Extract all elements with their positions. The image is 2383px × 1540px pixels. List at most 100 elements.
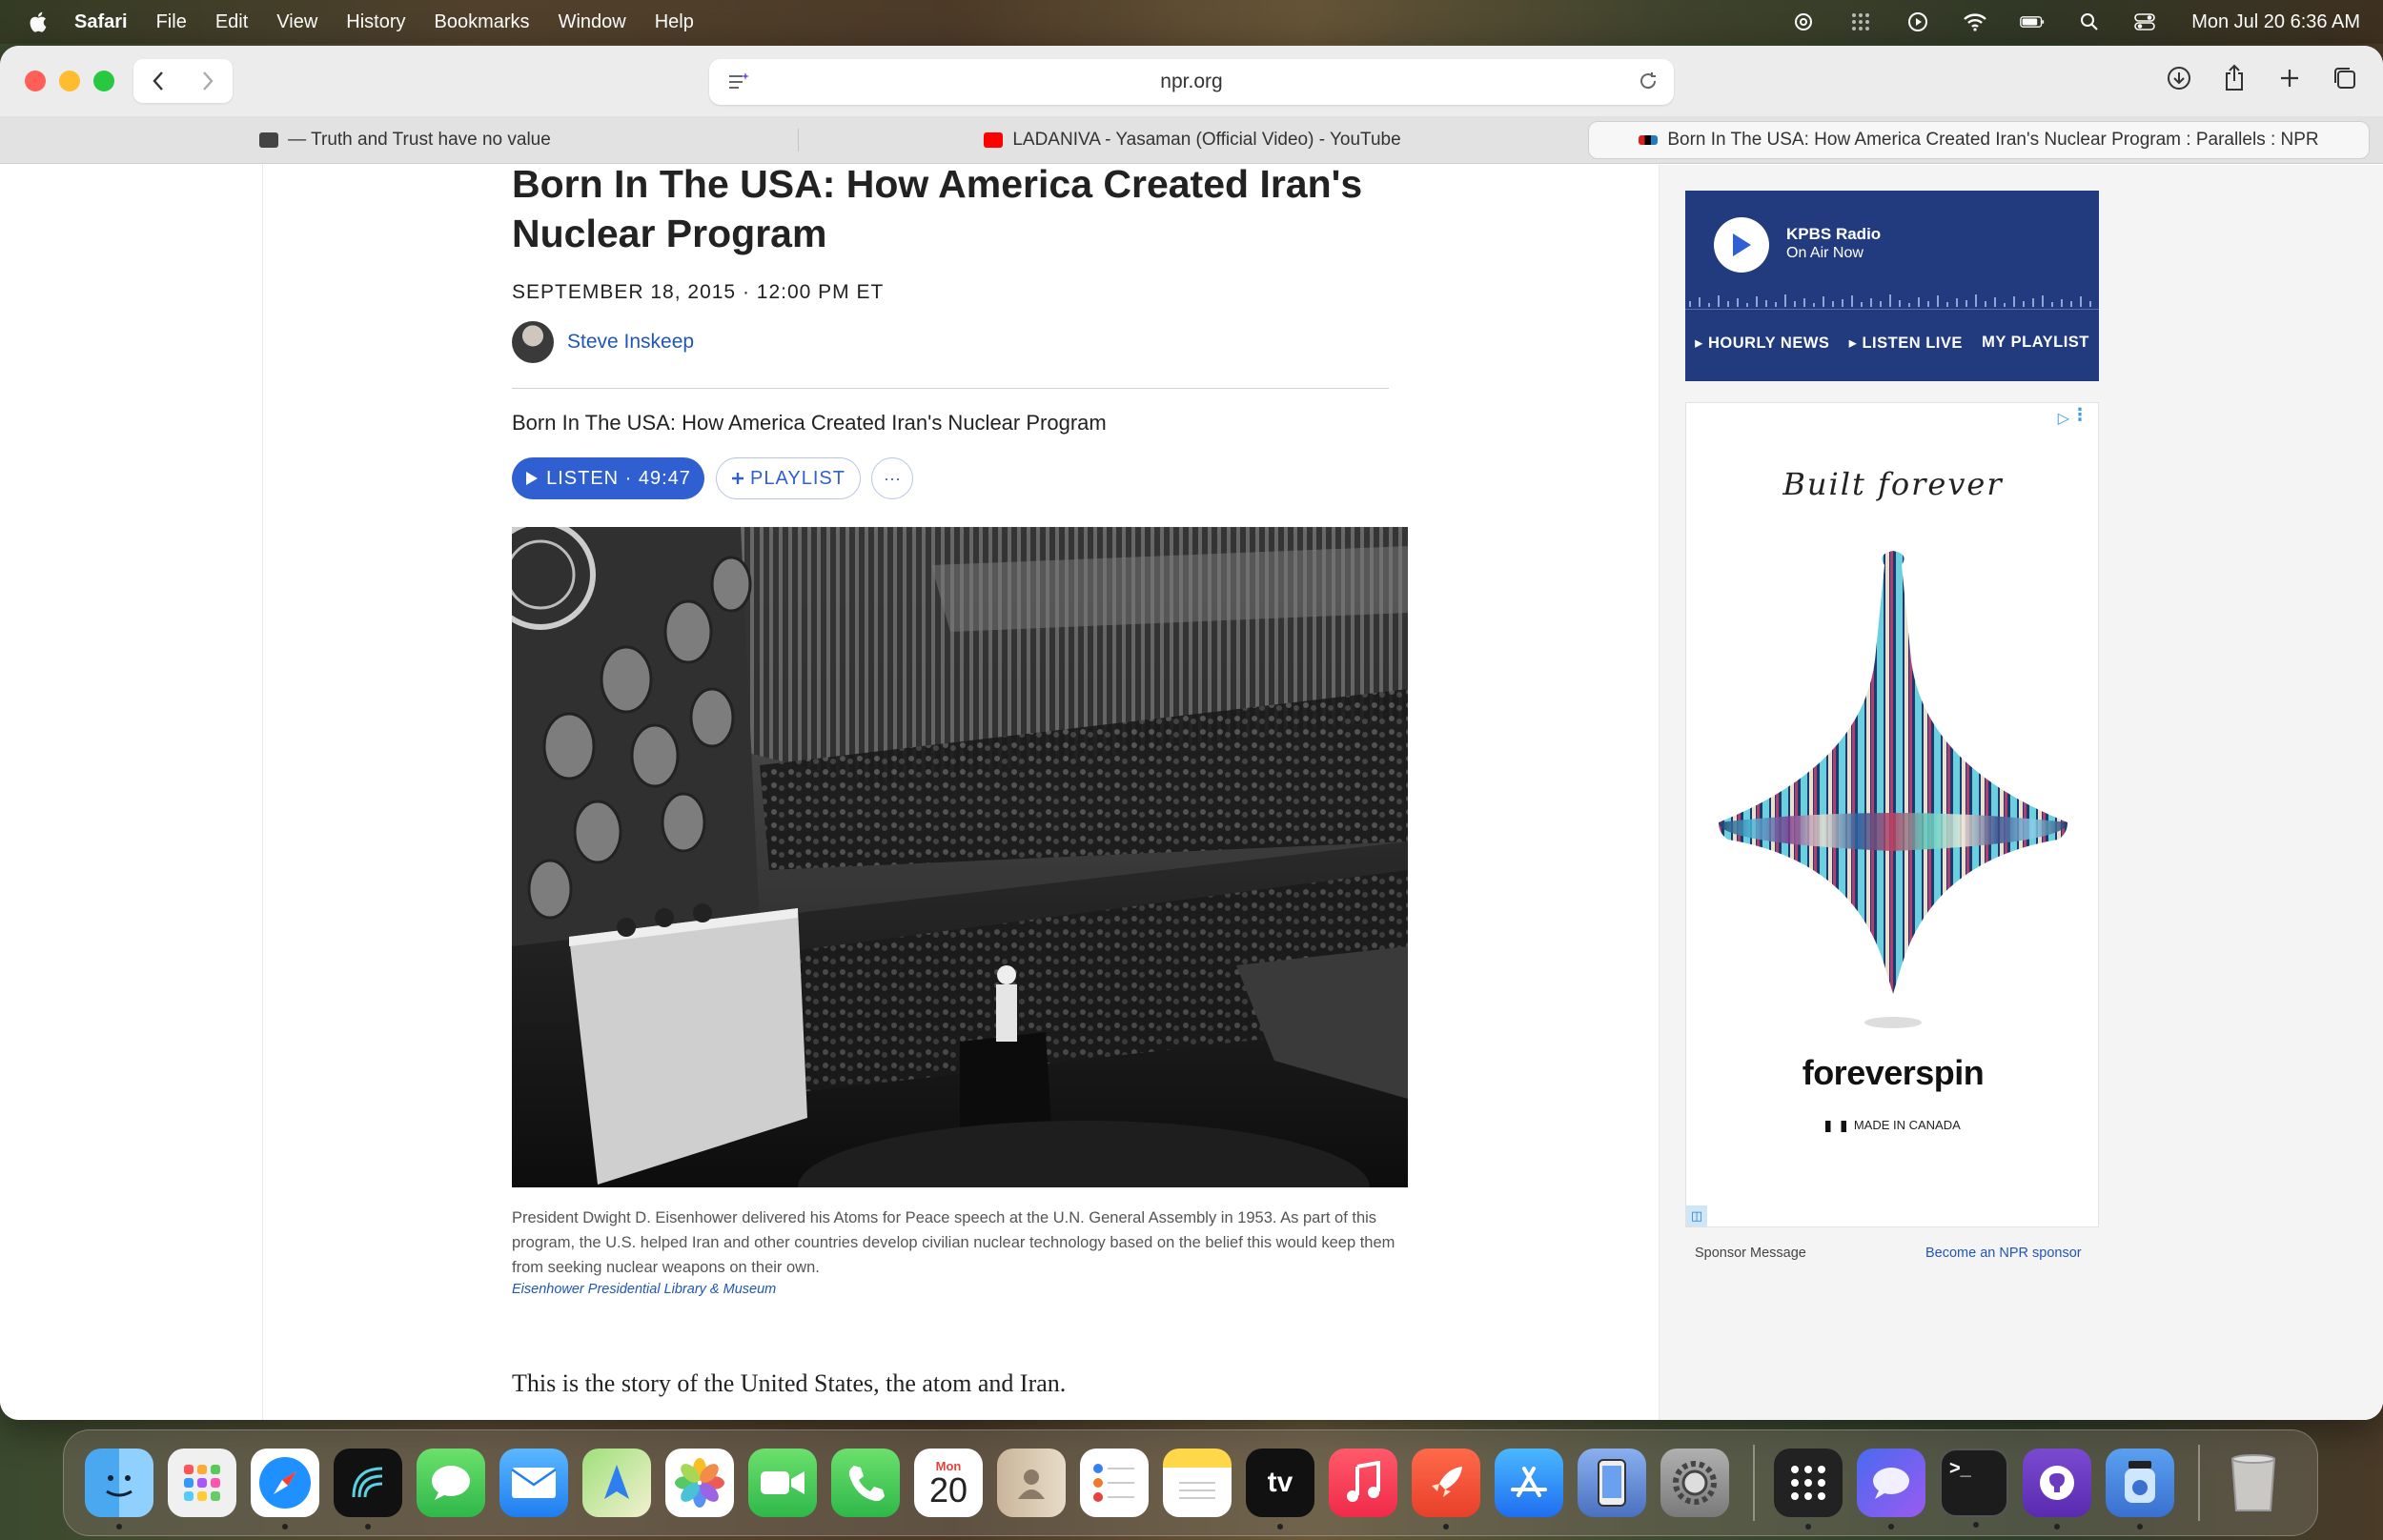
dock-notes[interactable] [1163,1449,1232,1517]
close-window-button[interactable] [25,71,46,91]
window-controls [25,71,114,91]
web-content: Born In The USA: How America Created Ira… [0,165,2383,1420]
radio-links: ▸ HOURLY NEWS ▸ LISTEN LIVE MY PLAYLIST [1685,334,2099,353]
contacts-icon [1018,1469,1045,1499]
apple-menu-icon[interactable] [27,10,51,34]
wifi-icon[interactable] [1963,11,1987,32]
tab-label: LADANIVA - Yasaman (Official Video) - Yo… [1012,130,1401,150]
address-bar[interactable]: npr.org [709,59,1674,105]
dock-music[interactable] [1329,1449,1397,1517]
npr-favicon-icon [1639,135,1659,145]
dock-reminders[interactable] [1080,1449,1149,1517]
dock-simulator[interactable] [1578,1449,1646,1517]
dock-separator-2 [2198,1445,2200,1521]
spinning-top-illustration [1719,551,2067,1028]
dock-mail[interactable] [499,1449,568,1517]
messages-icon [432,1466,470,1500]
dock-contacts[interactable] [997,1449,1066,1517]
author-link[interactable]: Steve Inskeep [567,331,694,354]
dock-rocket[interactable] [1412,1449,1480,1530]
dock-facetime[interactable] [748,1449,817,1517]
radio-status: On Air Now [1786,245,1864,261]
more-options-button[interactable]: ··· [871,457,913,499]
dock-system-settings[interactable] [1660,1449,1729,1517]
dock-launchpad[interactable] [168,1449,236,1517]
photo-credit[interactable]: Eisenhower Presidential Library & Museum [512,1282,776,1297]
menu-window[interactable]: Window [559,11,626,33]
spotlight-search-icon[interactable] [2077,11,2102,32]
made-in-label: MADE IN CANADA [1853,1118,1961,1132]
dock-tv[interactable]: tv [1246,1449,1314,1530]
canada-flag-icon [1825,1120,1847,1132]
wave-app-icon [352,1467,383,1498]
dock-app-grid[interactable] [1774,1449,1843,1530]
dock-maps[interactable] [582,1449,651,1517]
dock-app-jar[interactable] [2106,1449,2174,1530]
article-photo[interactable] [512,527,1408,1187]
dock-finder[interactable] [85,1449,153,1530]
forward-button[interactable] [183,59,233,103]
listen-button[interactable]: LISTEN · 49:47 [512,457,704,499]
launchpad-icon [184,1465,220,1501]
notes-icon [1179,1482,1215,1499]
page-menu-icon[interactable] [726,71,751,99]
dock-phone[interactable] [831,1449,900,1517]
dock-calendar[interactable]: Mon 20 [914,1449,983,1517]
cube-favicon-icon [259,132,279,148]
hourly-news-link[interactable]: ▸ HOURLY NEWS [1695,334,1829,353]
reload-icon[interactable] [1638,71,1659,97]
chatgpt-icon[interactable] [1791,11,1816,32]
menu-view[interactable]: View [276,11,317,33]
dock-safari[interactable] [251,1449,319,1530]
zoom-window-button[interactable] [93,71,114,91]
menu-help[interactable]: Help [655,11,694,33]
share-icon[interactable] [2219,63,2250,93]
my-playlist-link[interactable]: MY PLAYLIST [1982,334,2089,353]
become-sponsor-link[interactable]: Become an NPR sponsor [1925,1246,2082,1261]
menu-bookmarks[interactable]: Bookmarks [435,11,530,33]
add-to-playlist-button[interactable]: PLAYLIST [716,457,861,499]
dock-terminal[interactable]: >_ [1940,1449,2008,1528]
dock-app-store[interactable] [1495,1449,1563,1517]
tab-bar: — Truth and Trust have no value LADANIVA… [0,116,2383,164]
ad-menu-icon[interactable]: ⋮ [2071,405,2088,425]
radio-play-button[interactable] [1714,217,1769,273]
dock-trash[interactable] [2219,1449,2288,1517]
dock-github[interactable] [2023,1449,2091,1530]
tab-overview-icon[interactable] [2330,63,2360,93]
author-avatar[interactable] [512,321,554,363]
back-button[interactable] [133,59,183,103]
dock-messages[interactable] [417,1449,485,1517]
playlist-label: PLAYLIST [750,467,845,489]
youtube-favicon-icon [984,132,1004,148]
dock-app-chat[interactable] [1857,1449,1925,1530]
menu-app-safari[interactable]: Safari [74,11,128,33]
sponsor-ad[interactable]: ▷ ⋮ Built forever foreverspin MADE IN CA… [1685,402,2099,1227]
menu-file[interactable]: File [156,11,187,33]
url-text[interactable]: npr.org [1160,71,1222,93]
tab-npr-article[interactable]: Born In The USA: How America Created Ira… [1588,121,2370,159]
dots-grid-icon[interactable] [1848,11,1873,32]
dock-app-4[interactable] [334,1449,402,1530]
adchoices-icon[interactable]: ▷ [2058,409,2069,428]
simulator-icon [1598,1459,1626,1507]
ad-badge-icon[interactable]: ◫ [1686,1206,1707,1226]
menu-clock[interactable]: Mon Jul 20 6:36 AM [2191,11,2360,33]
terminal-prompt-icon: >_ [1949,1458,1971,1479]
menu-history[interactable]: History [346,11,405,33]
grid-dots-icon [1791,1466,1825,1500]
new-tab-icon[interactable] [2274,63,2305,93]
byline-divider [512,388,1389,389]
listen-live-link[interactable]: ▸ LISTEN LIVE [1849,334,1963,353]
dock-photos[interactable] [665,1449,734,1517]
tab-truth-and-trust[interactable]: — Truth and Trust have no value [11,121,799,159]
tab-youtube[interactable]: LADANIVA - Yasaman (Official Video) - Yo… [799,121,1586,159]
now-playing-icon[interactable] [1905,11,1930,32]
menu-edit[interactable]: Edit [215,11,248,33]
ad-brand: foreverspin [1802,1053,1985,1092]
minimize-window-button[interactable] [59,71,80,91]
battery-icon[interactable] [2020,11,2045,32]
control-center-icon[interactable] [2134,11,2159,32]
chevron-left-icon [153,71,163,91]
downloads-icon[interactable] [2164,63,2194,93]
